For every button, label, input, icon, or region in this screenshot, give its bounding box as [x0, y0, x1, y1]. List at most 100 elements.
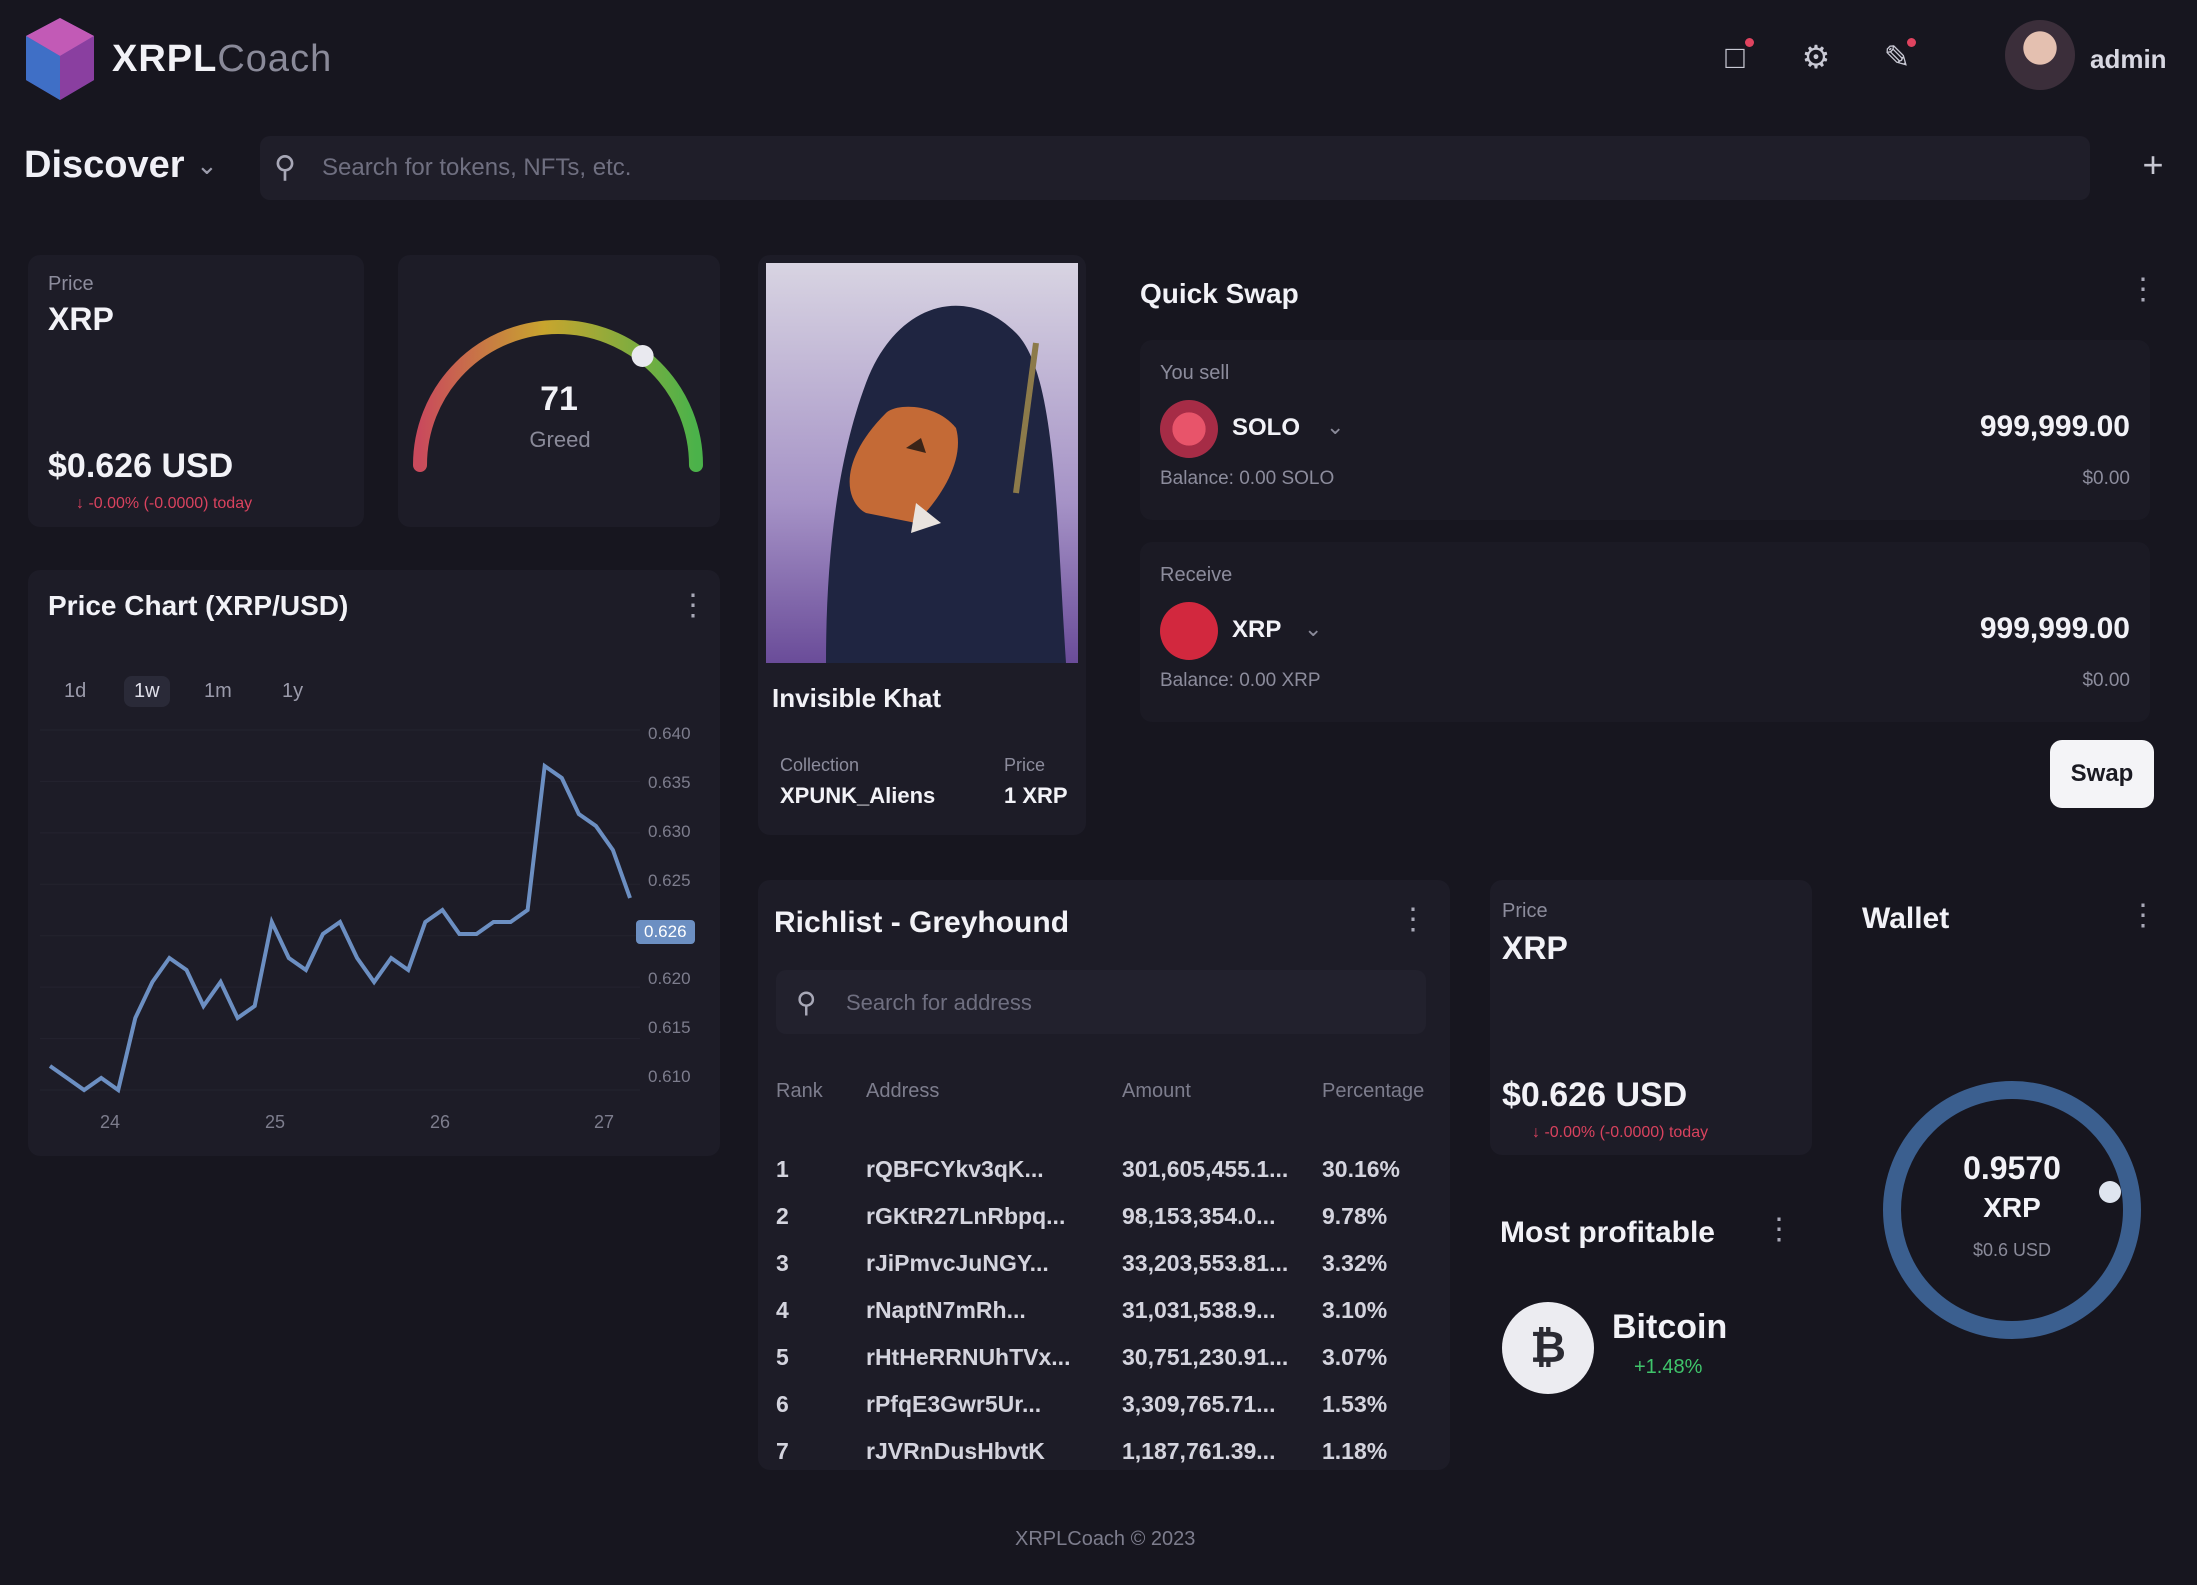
percentage-cell: 3.10%	[1322, 1297, 1388, 1323]
search-icon: ⚲	[274, 151, 296, 184]
x-tick: 25	[265, 1112, 286, 1132]
most-profitable-title: Most profitable	[1500, 1216, 1715, 1249]
amount-cell: 31,031,538.9...	[1122, 1297, 1276, 1323]
swap-button[interactable]: Swap	[2050, 740, 2154, 808]
price-label: Price	[48, 273, 94, 295]
column-amount[interactable]: Amount	[1122, 1080, 1191, 1103]
price-line	[48, 762, 632, 1094]
price-change: ↓ -0.00% (-0.0000) today	[1532, 1124, 1709, 1141]
global-search[interactable]: ⚲ Search for tokens, NFTs, etc.	[260, 136, 2090, 200]
richlist-title: Richlist - Greyhound	[774, 906, 1070, 939]
price-chart[interactable]	[40, 720, 640, 1100]
swap-to-usd: $0.00	[2082, 670, 2130, 691]
edit-dot	[1907, 38, 1916, 47]
collection-value[interactable]: XPUNK_Aliens	[780, 783, 935, 809]
column-percentage[interactable]: Percentage	[1322, 1080, 1424, 1103]
table-row[interactable]: 4 rNaptN7mRh... 31,031,538.9... 3.10%	[776, 1297, 1456, 1337]
address-cell[interactable]: rGKtR27LnRbpq...	[866, 1203, 1065, 1230]
rank-cell: 4	[776, 1297, 789, 1323]
richlist-search[interactable]: ⚲ Search for address	[776, 970, 1426, 1034]
more-menu-icon[interactable]: ⋮	[1764, 1212, 1794, 1247]
timeframe-1m[interactable]: 1m	[204, 680, 232, 703]
top-bar: XRPLCoach □ ⚙ ✎ admin	[0, 0, 2197, 120]
amount-cell: 301,605,455.1...	[1122, 1156, 1289, 1182]
brand-name[interactable]: XRPLCoach	[112, 38, 332, 81]
richlist-table: 1 rQBFCYkv3qK... 301,605,455.1... 30.16% 2 rG…	[776, 1156, 1456, 1464]
wallet-usd: $0.6 USD	[1972, 1240, 2052, 1260]
more-menu-icon[interactable]: ⋮	[1398, 902, 1428, 937]
sub-bar: Discover ⌄ ⚲ Search for tokens, NFTs, et…	[0, 128, 2197, 210]
percentage-cell: 3.07%	[1322, 1344, 1388, 1370]
logo-icon[interactable]	[20, 14, 100, 104]
address-cell[interactable]: rNaptN7mRh...	[866, 1297, 1026, 1324]
swap-to-amount[interactable]: 999,999.00	[1980, 612, 2130, 646]
swap-to-balance: Balance: 0.00 XRP	[1160, 670, 1321, 691]
y-tick: 0.620	[648, 969, 691, 988]
more-menu-icon[interactable]: ⋮	[678, 588, 708, 623]
profitable-coin-name[interactable]: Bitcoin	[1612, 1308, 1727, 1347]
settings-icon[interactable]: ⚙	[1793, 34, 1839, 80]
timeframe-1y[interactable]: 1y	[282, 680, 303, 703]
chevron-down-icon[interactable]: ⌄	[196, 150, 218, 181]
wallet-amount: 0.9570	[1963, 1150, 2061, 1186]
table-row[interactable]: 2 rGKtR27LnRbpq... 98,153,354.0... 9.78%	[776, 1203, 1456, 1243]
table-row[interactable]: 6 rPfqE3Gwr5Ur... 3,309,765.71... 1.53%	[776, 1391, 1456, 1431]
brand-bold: XRPL	[112, 38, 218, 80]
rank-cell: 3	[776, 1250, 789, 1276]
brand-light: Coach	[217, 38, 333, 80]
nft-image[interactable]	[766, 263, 1078, 663]
address-cell[interactable]: rPfqE3Gwr5Ur...	[866, 1391, 1041, 1418]
xrp-token-icon	[1160, 602, 1218, 660]
address-cell[interactable]: rQBFCYkv3qK...	[866, 1156, 1044, 1183]
swap-to-token[interactable]: XRP	[1232, 616, 1281, 644]
column-address[interactable]: Address	[866, 1080, 939, 1103]
notification-icon[interactable]: □	[1712, 34, 1758, 80]
more-menu-icon[interactable]: ⋮	[2128, 898, 2158, 933]
swap-to-label: Receive	[1160, 564, 1233, 586]
y-tick: 0.640	[648, 724, 691, 743]
table-row[interactable]: 5 rHtHeRRNUhTVx... 30,751,230.91... 3.07%	[776, 1344, 1456, 1384]
timeframe-1d[interactable]: 1d	[64, 680, 86, 703]
footer: XRPLCoach © 2023	[1015, 1528, 1196, 1550]
address-cell[interactable]: rJVRnDusHbvtK	[866, 1438, 1045, 1465]
current-price-marker: 0.626	[636, 920, 695, 944]
swap-from-label: You sell	[1160, 362, 1230, 384]
table-row[interactable]: 7 rJVRnDusHbvtK 1,187,761.39... 1.18%	[776, 1438, 1456, 1478]
column-rank[interactable]: Rank	[776, 1080, 823, 1103]
percentage-cell: 9.78%	[1322, 1203, 1388, 1229]
table-row[interactable]: 3 rJiPmvcJuNGY... 33,203,553.81... 3.32%	[776, 1250, 1456, 1290]
swap-from-token[interactable]: SOLO	[1232, 414, 1300, 442]
y-tick: 0.625	[648, 871, 691, 890]
table-row[interactable]: 1 rQBFCYkv3qK... 301,605,455.1... 30.16%	[776, 1156, 1456, 1196]
gauge-value: 71	[540, 380, 578, 418]
rank-cell: 1	[776, 1156, 789, 1182]
more-menu-icon[interactable]: ⋮	[2128, 272, 2158, 307]
discover-dropdown[interactable]: Discover	[24, 144, 185, 187]
chevron-down-icon[interactable]: ⌄	[1326, 414, 1344, 440]
username[interactable]: admin	[2090, 44, 2167, 75]
wallet-unit: XRP	[1983, 1192, 2041, 1223]
amount-cell: 1,187,761.39...	[1122, 1438, 1276, 1464]
price-card: Price XRP $0.626 USD ↓ -0.00% (-0.0000) …	[28, 255, 364, 527]
address-cell[interactable]: rJiPmvcJuNGY...	[866, 1250, 1049, 1277]
rank-cell: 2	[776, 1203, 789, 1229]
address-cell[interactable]: rHtHeRRNUhTVx...	[866, 1344, 1070, 1371]
swap-from-amount[interactable]: 999,999.00	[1980, 410, 2130, 444]
chevron-down-icon[interactable]: ⌄	[1304, 616, 1322, 642]
profitable-coin-change: +1.48%	[1634, 1356, 1703, 1378]
timeframe-1w[interactable]: 1w	[124, 676, 170, 707]
add-icon[interactable]: +	[2126, 138, 2180, 192]
nft-name: Invisible Khat	[772, 683, 942, 713]
search-icon: ⚲	[796, 987, 817, 1018]
rank-cell: 6	[776, 1391, 789, 1417]
collection-label: Collection	[780, 755, 860, 775]
swap-from-usd: $0.00	[2082, 468, 2130, 489]
wallet-title: Wallet	[1862, 902, 1950, 935]
nft-card[interactable]: Invisible Khat Collection XPUNK_Aliens P…	[758, 255, 1086, 835]
avatar[interactable]	[2005, 20, 2075, 90]
solo-token-icon	[1160, 400, 1218, 458]
price-chart-title: Price Chart (XRP/USD)	[48, 590, 349, 621]
edit-icon[interactable]: ✎	[1874, 34, 1920, 80]
rank-cell: 7	[776, 1438, 789, 1464]
amount-cell: 3,309,765.71...	[1122, 1391, 1276, 1417]
